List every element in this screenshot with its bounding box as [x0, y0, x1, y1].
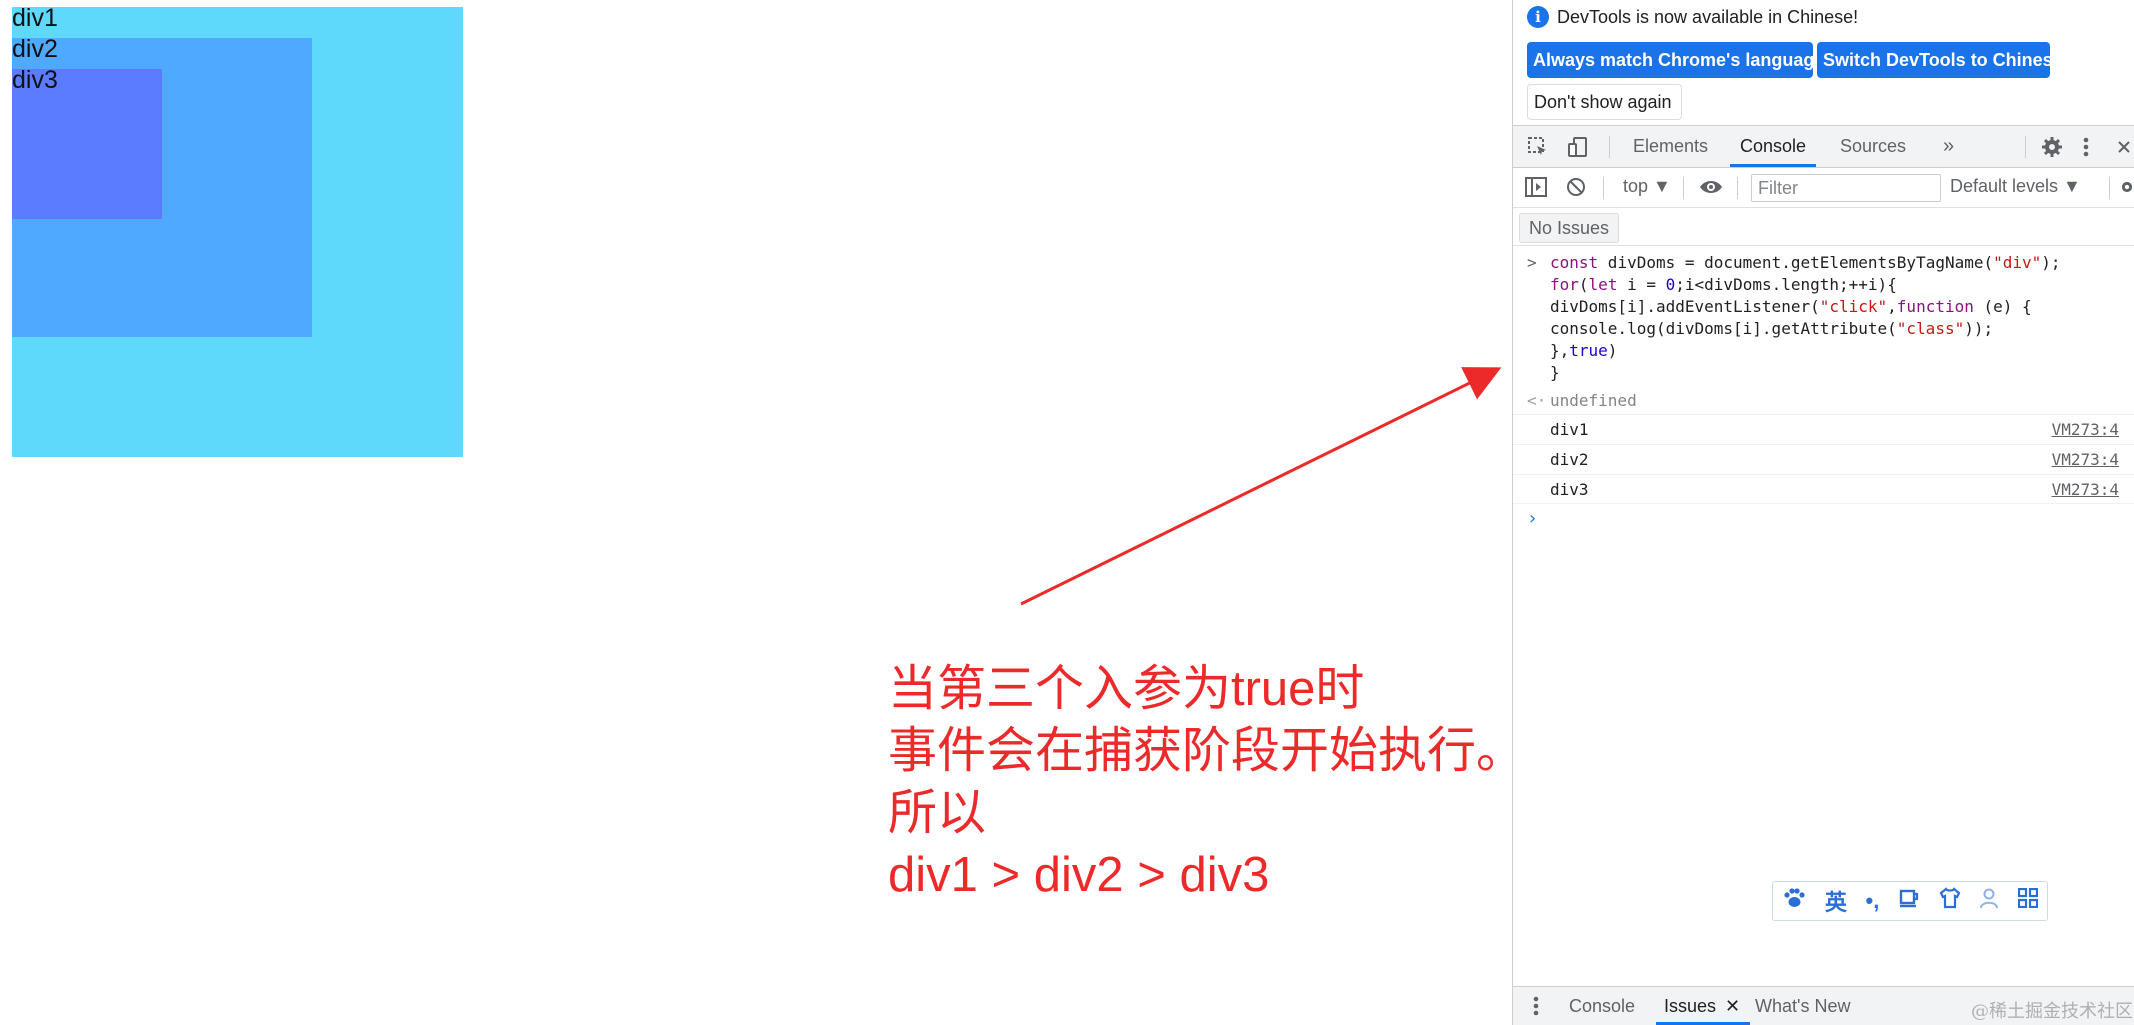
tab-console[interactable]: Console: [1730, 126, 1817, 167]
tab-sources[interactable]: Sources: [1830, 126, 1916, 167]
devtools-drawer: Console Issues ✕ What's New @稀土掘金技术社区: [1513, 986, 2134, 1025]
match-chrome-language-button[interactable]: Always match Chrome's language: [1527, 42, 1824, 78]
context-selector[interactable]: top ▼: [1623, 176, 1671, 197]
grid-icon[interactable]: [2017, 887, 2038, 914]
annotation-line: 当第三个入参为true时: [888, 662, 1365, 716]
dont-show-again-button[interactable]: Don't show again: [1527, 84, 1682, 120]
log-row: div1 VM273:4: [1513, 414, 2134, 444]
clear-console-icon[interactable]: [1563, 174, 1589, 200]
code-line: for(let i = 0;i<divDoms.length;++i){: [1550, 275, 1897, 294]
drawer-tab-console[interactable]: Console: [1561, 987, 1643, 1025]
filter-input[interactable]: [1751, 174, 1941, 202]
drawer-tab-whats-new[interactable]: What's New: [1747, 987, 1858, 1025]
drawer-menu-icon[interactable]: [1523, 993, 1549, 1019]
device-toolbar-icon[interactable]: [1565, 134, 1591, 160]
code-line: console.log(divDoms[i].getAttribute("cla…: [1550, 319, 1994, 338]
ime-toolbar: 英 •,: [1772, 881, 2048, 921]
log-row: div2 VM273:4: [1513, 444, 2134, 474]
language-infobar: i DevTools is now available in Chinese! …: [1513, 0, 2134, 125]
infobar-message-text: DevTools is now available in Chinese!: [1557, 6, 1859, 27]
devtools-panel: i DevTools is now available in Chinese! …: [1512, 0, 2134, 1025]
gear-icon[interactable]: [2039, 134, 2065, 160]
switch-to-chinese-button[interactable]: Switch DevTools to Chinese: [1817, 42, 2063, 78]
console-toolbar: top ▼ Default levels ▼: [1513, 168, 2134, 208]
log-source-link[interactable]: VM273:4: [2052, 479, 2119, 501]
code-line: },true): [1550, 341, 1618, 360]
eye-icon[interactable]: [1698, 174, 1724, 200]
annotation-line: 所以: [888, 786, 987, 840]
result-arrow-icon: <·: [1527, 391, 1547, 410]
inspect-element-icon[interactable]: [1525, 134, 1551, 160]
annotation-line: 事件会在捕获阶段开始执行。: [888, 724, 1526, 778]
devtools-tabbar: Elements Console Sources »: [1513, 125, 2134, 168]
div3-box[interactable]: div3: [12, 66, 162, 219]
punctuation-icon[interactable]: •,: [1866, 888, 1880, 914]
log-text: div2: [1550, 450, 1589, 469]
drawer-tab-issues-label: Issues: [1664, 996, 1717, 1016]
console-prompt-icon[interactable]: ›: [1527, 508, 1538, 530]
issues-bar: No Issues: [1513, 208, 2134, 246]
no-issues-badge[interactable]: No Issues: [1519, 213, 1620, 243]
close-icon[interactable]: [2111, 134, 2134, 160]
log-source-link[interactable]: VM273:4: [2052, 419, 2119, 441]
watermark-text: @稀土掘金技术社区: [1971, 1001, 2133, 1022]
div2-label: div2: [12, 35, 58, 63]
infobar-message: i DevTools is now available in Chinese!: [1527, 6, 1858, 28]
result-value: undefined: [1550, 391, 1637, 410]
div2-box[interactable]: div2 div3: [12, 35, 312, 337]
log-text: div1: [1550, 420, 1589, 439]
cup-icon[interactable]: [1898, 887, 1920, 915]
sidebar-toggle-icon[interactable]: [1523, 174, 1549, 200]
code-line: divDoms[i].addEventListener("click",func…: [1550, 297, 2032, 316]
log-source-link[interactable]: VM273:4: [2052, 449, 2119, 471]
log-row: div3 VM273:4: [1513, 474, 2134, 504]
info-icon: i: [1527, 6, 1549, 28]
console-settings-icon[interactable]: [2119, 174, 2134, 200]
kebab-menu-icon[interactable]: [2073, 134, 2099, 160]
annotation-line: div1 > div2 > div3: [888, 848, 1270, 902]
shirt-icon[interactable]: [1939, 887, 1961, 915]
input-chevron-icon: >: [1527, 253, 1537, 272]
user-icon[interactable]: [1979, 887, 1999, 915]
log-text: div3: [1550, 480, 1589, 499]
div1-box[interactable]: div1 div2 div3: [12, 4, 463, 457]
tab-elements[interactable]: Elements: [1623, 126, 1718, 167]
div3-label: div3: [12, 66, 58, 94]
div1-label: div1: [12, 4, 58, 32]
code-line: const divDoms = document.getElementsByTa…: [1550, 253, 2061, 272]
web-page: div1 div2 div3 当第三个入参为true时 事件会在捕获阶段开始执行…: [0, 0, 1526, 1025]
log-levels-dropdown[interactable]: Default levels ▼: [1950, 176, 2081, 197]
drawer-tab-issues[interactable]: Issues ✕: [1656, 987, 1751, 1025]
close-tab-icon[interactable]: ✕: [1725, 987, 1740, 1025]
annotation-text: 当第三个入参为true时 事件会在捕获阶段开始执行。 所以 div1 > div…: [888, 658, 1526, 906]
more-tabs-icon[interactable]: »: [1933, 126, 1964, 167]
paw-icon[interactable]: [1782, 887, 1806, 915]
code-line: }: [1550, 363, 1560, 382]
english-mode-label[interactable]: 英: [1825, 885, 1847, 917]
